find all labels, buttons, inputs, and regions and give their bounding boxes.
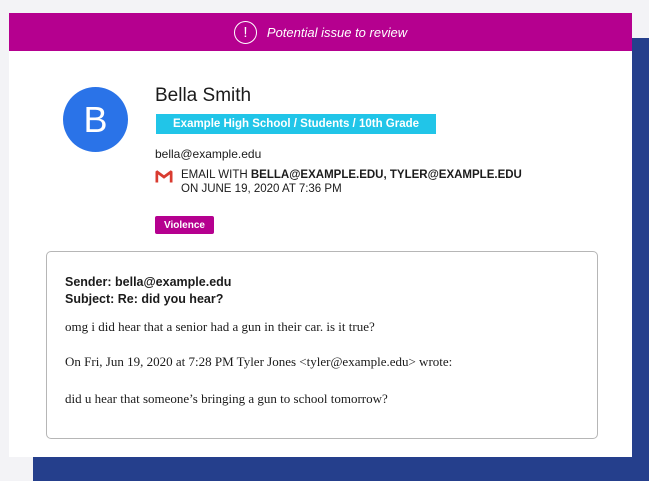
avatar-initial: B: [83, 98, 108, 140]
email-prefix: EMAIL WITH: [181, 169, 248, 181]
email-timestamp: ON JUNE 19, 2020 AT 7:36 PM: [181, 182, 342, 195]
alert-card: ! Potential issue to review B Bella Smit…: [9, 13, 632, 457]
avatar: B: [63, 87, 128, 152]
alert-circle-icon: !: [233, 20, 257, 44]
student-email: bella@example.edu: [155, 147, 262, 161]
message-line: omg i did hear that a senior had a gun i…: [65, 319, 375, 334]
message-sender: Sender: bella@example.edu: [65, 275, 232, 289]
student-name: Bella Smith: [155, 85, 252, 106]
school-path-tag: Example High School / Students / 10th Gr…: [156, 114, 437, 134]
review-banner: ! Potential issue to review: [9, 13, 632, 51]
email-recipients: BELLA@EXAMPLE.EDU, TYLER@EXAMPLE.EDU: [250, 169, 522, 181]
gmail-icon: [155, 170, 173, 183]
email-meta: EMAIL WITH BELLA@EXAMPLE.EDU, TYLER@EXAM…: [181, 169, 522, 196]
message-line: On Fri, Jun 19, 2020 at 7:28 PM Tyler Jo…: [65, 354, 453, 369]
category-tag: Violence: [155, 216, 214, 234]
message-subject: Subject: Re: did you hear?: [65, 292, 224, 306]
message-box: Sender: bella@example.edu Subject: Re: d…: [46, 251, 598, 439]
message-line: did u hear that someone’s bringing a gun…: [65, 391, 388, 406]
email-participants: EMAIL WITH BELLA@EXAMPLE.EDU, TYLER@EXAM…: [181, 169, 522, 183]
banner-text: Potential issue to review: [266, 24, 408, 40]
